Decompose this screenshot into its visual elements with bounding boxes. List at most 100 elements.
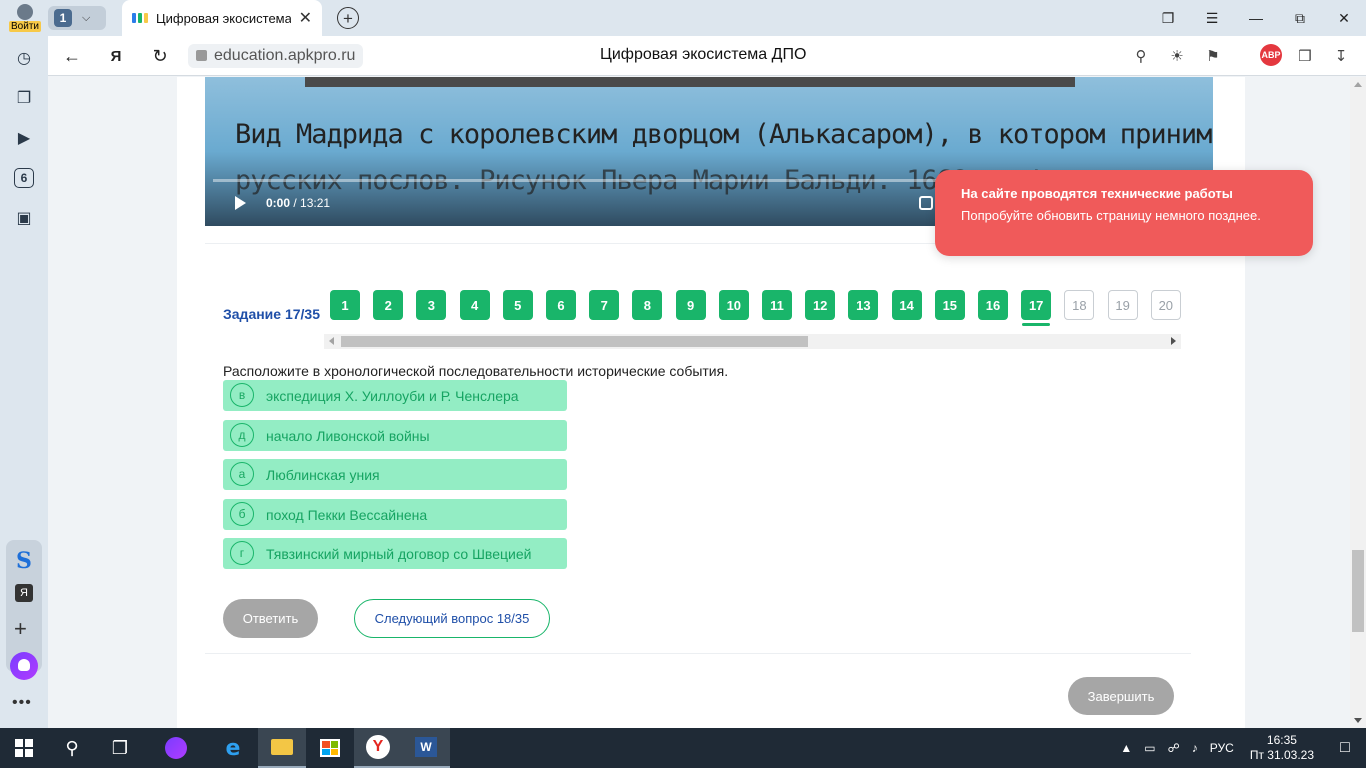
task-view-icon[interactable]: ❐ bbox=[96, 728, 144, 768]
question-number-button[interactable]: 20 bbox=[1150, 290, 1181, 320]
close-tab-icon[interactable]: ✕ bbox=[299, 8, 312, 28]
question-number-button[interactable]: 16 bbox=[978, 290, 1008, 320]
reload-icon[interactable]: ↻ bbox=[148, 44, 172, 68]
scroll-up-icon[interactable] bbox=[1354, 82, 1362, 87]
scrollbar-thumb[interactable] bbox=[341, 336, 808, 347]
answer-item[interactable]: в экспедиция Х. Уиллоуби и Р. Ченслера bbox=[223, 380, 567, 411]
divider bbox=[205, 653, 1191, 654]
file-explorer-icon[interactable] bbox=[258, 728, 306, 768]
answer-letter: д bbox=[230, 422, 254, 447]
page-title: Цифровая экосистема ДПО bbox=[600, 46, 807, 63]
network-icon[interactable]: ☍ bbox=[1162, 741, 1186, 755]
notifications-icon[interactable]: □ bbox=[1324, 728, 1366, 768]
scroll-right-icon[interactable] bbox=[1171, 337, 1176, 345]
address-bar-tools: ⚲ ☀ ⚑ ABP ❒ ↧ bbox=[1128, 44, 1366, 68]
minimize-icon[interactable]: — bbox=[1234, 0, 1278, 36]
toast-message: Попробуйте обновить страницу немного поз… bbox=[961, 208, 1261, 223]
screenshot-icon[interactable]: ▣ bbox=[12, 206, 36, 230]
answer-item[interactable]: б поход Пекки Вессайнена bbox=[223, 498, 567, 530]
add-app-icon[interactable]: + bbox=[14, 616, 27, 642]
next-question-button[interactable]: Следующий вопрос 18/35 bbox=[354, 599, 550, 638]
chevron-down-icon: ⌵ bbox=[82, 11, 91, 24]
store-icon[interactable] bbox=[306, 728, 354, 768]
search-icon[interactable]: ⚲ bbox=[1128, 44, 1154, 68]
question-number-button[interactable]: 5 bbox=[502, 290, 533, 320]
scroll-left-icon[interactable] bbox=[329, 337, 334, 345]
edge-icon[interactable]: e bbox=[209, 728, 257, 768]
answer-item[interactable]: г Тявзинский мирный договор со Швецией bbox=[223, 538, 567, 569]
maintenance-toast: На сайте проводятся технические работы П… bbox=[935, 170, 1313, 256]
language-indicator[interactable]: РУС bbox=[1204, 741, 1240, 755]
word-icon[interactable]: W bbox=[402, 728, 450, 768]
answer-letter: а bbox=[230, 462, 254, 486]
new-tab-icon[interactable]: + bbox=[337, 7, 359, 29]
question-number-button[interactable]: 10 bbox=[718, 290, 749, 320]
question-number-button[interactable]: 2 bbox=[373, 290, 404, 320]
windows-logo-icon bbox=[15, 739, 33, 757]
page-scrollbar[interactable] bbox=[1350, 77, 1366, 728]
login-button[interactable]: Войти bbox=[8, 2, 42, 34]
menu-icon[interactable]: ☰ bbox=[1190, 0, 1234, 36]
question-number-button[interactable]: 17 bbox=[1021, 290, 1052, 320]
answer-text: Тявзинский мирный договор со Швецией bbox=[266, 546, 532, 562]
question-number-button[interactable]: 1 bbox=[330, 290, 360, 320]
sidebar-badge[interactable]: 6 bbox=[14, 168, 34, 188]
picture-in-picture-icon[interactable] bbox=[919, 196, 933, 210]
answer-letter: г bbox=[230, 541, 254, 565]
question-number-button[interactable]: 9 bbox=[675, 290, 706, 320]
question-number-button[interactable]: 15 bbox=[934, 290, 965, 320]
more-icon[interactable]: ••• bbox=[12, 694, 32, 712]
question-number-button[interactable]: 12 bbox=[805, 290, 836, 320]
tray-expand-icon[interactable]: ▲ bbox=[1114, 741, 1138, 755]
start-button[interactable] bbox=[0, 728, 48, 768]
question-nav-scrollbar[interactable] bbox=[324, 334, 1181, 349]
yandex-app-icon[interactable]: Я bbox=[15, 584, 33, 602]
yandex-icon[interactable]: Я bbox=[104, 44, 128, 68]
extensions-icon[interactable]: ❒ bbox=[1292, 44, 1318, 68]
question-number-button[interactable]: 18 bbox=[1064, 290, 1095, 320]
bookmark-icon[interactable]: ⚑ bbox=[1200, 44, 1226, 68]
play-icon[interactable] bbox=[235, 196, 246, 210]
video-time-current: 0:00 bbox=[266, 196, 291, 210]
battery-icon[interactable]: ▭ bbox=[1138, 741, 1161, 755]
answer-text: экспедиция Х. Уиллоуби и Р. Ченслера bbox=[266, 388, 519, 404]
alice-taskbar-icon[interactable] bbox=[152, 728, 200, 768]
video-frame-edge bbox=[305, 77, 1075, 87]
restore-icon[interactable]: ⧉ bbox=[1278, 0, 1322, 36]
question-number-button[interactable]: 11 bbox=[762, 290, 792, 320]
question-number-button[interactable]: 8 bbox=[632, 290, 663, 320]
volume-icon[interactable]: ♪ bbox=[1186, 741, 1204, 755]
clock[interactable]: 16:35 Пт 31.03.23 bbox=[1240, 733, 1324, 763]
answer-button[interactable]: Ответить bbox=[223, 599, 318, 638]
protect-icon[interactable]: ☀ bbox=[1164, 44, 1190, 68]
finish-button[interactable]: Завершить bbox=[1068, 677, 1174, 715]
app-s-icon[interactable]: S bbox=[16, 548, 32, 574]
adblock-icon[interactable]: ABP bbox=[1260, 44, 1282, 66]
scroll-down-icon[interactable] bbox=[1354, 718, 1362, 723]
question-number-button[interactable]: 14 bbox=[891, 290, 922, 320]
history-icon[interactable]: ◷ bbox=[12, 46, 36, 70]
search-icon[interactable]: ⚲ bbox=[48, 728, 96, 768]
alice-icon[interactable] bbox=[10, 652, 38, 680]
url-field[interactable]: education.apkpro.ru bbox=[188, 44, 364, 68]
close-window-icon[interactable]: ✕ bbox=[1322, 0, 1366, 36]
collections-icon[interactable]: ❐ bbox=[12, 86, 36, 110]
browser-tab[interactable]: Цифровая экосистема ДПО ✕ bbox=[122, 0, 322, 36]
answer-item[interactable]: а Люблинская уния bbox=[223, 459, 567, 490]
scrollbar-thumb[interactable] bbox=[1352, 550, 1364, 632]
back-arrow-icon[interactable]: ← bbox=[60, 44, 84, 68]
bookmarks-panel-icon[interactable]: ❐ bbox=[1146, 0, 1190, 36]
question-number-button[interactable]: 3 bbox=[416, 290, 447, 320]
download-icon[interactable]: ↧ bbox=[1328, 44, 1354, 68]
answer-text: Люблинская уния bbox=[266, 467, 380, 483]
answer-item[interactable]: д начало Ливонской войны bbox=[223, 419, 567, 451]
yandex-browser-taskbar-icon[interactable]: Y bbox=[354, 728, 402, 768]
question-number-button[interactable]: 6 bbox=[546, 290, 576, 320]
tabs-counter-button[interactable]: 1 ⌵ bbox=[48, 6, 106, 30]
question-number-button[interactable]: 19 bbox=[1107, 290, 1138, 320]
question-number-button[interactable]: 7 bbox=[589, 290, 620, 320]
video-icon[interactable]: ▶ bbox=[12, 126, 36, 150]
question-number-button[interactable]: 13 bbox=[848, 290, 879, 320]
question-number-button[interactable]: 4 bbox=[459, 290, 490, 320]
window-controls: ❐ ☰ — ⧉ ✕ bbox=[1146, 0, 1366, 36]
